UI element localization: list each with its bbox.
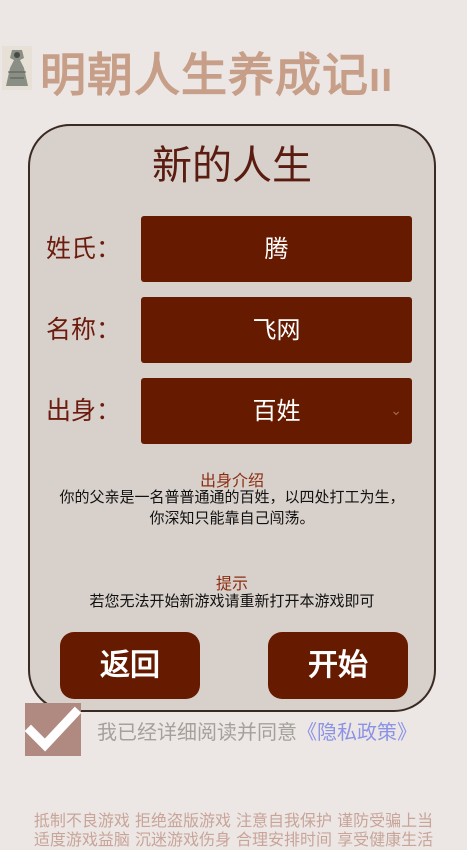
given-name-label: 名称： [46, 315, 122, 344]
start-button[interactable]: 开始 [268, 632, 408, 699]
new-life-panel: 新的人生 姓氏： 腾 名称： 飞网 出身： 百姓 ⌄ 出身介绍 你的父亲是一名普… [28, 124, 436, 712]
panel-title: 新的人生 [152, 143, 312, 189]
tip-text: 若您无法开始新游戏请重新打开本游戏即可 [89, 592, 375, 610]
footer-line-1: 抵制不良游戏 拒绝盗版游戏 注意自我保护 谨防受骗上当 [33, 811, 434, 830]
origin-label: 出身： [46, 396, 122, 425]
surname-input[interactable]: 腾 [141, 216, 412, 282]
footer-line-2: 适度游戏益脑 沉迷游戏伤身 合理安排时间 享受健康生活 [33, 830, 434, 849]
surname-label: 姓氏： [46, 234, 122, 263]
app-logo-icon [2, 46, 32, 90]
back-button[interactable]: 返回 [60, 632, 200, 699]
origin-intro-line2: 你深知只能靠自己闯荡。 [149, 509, 315, 527]
origin-intro-line1: 你的父亲是一名普普通通的百姓，以四处打工为生， [59, 488, 405, 506]
app-title-main: 明朝人生养成记 [40, 48, 369, 102]
app-title: 明朝人生养成记II [40, 52, 393, 98]
origin-select[interactable]: 百姓 ⌄ [141, 378, 412, 444]
privacy-policy-link[interactable]: 《隐私政策》 [297, 720, 417, 744]
checkmark-icon [24, 706, 82, 752]
agreement-text: 我已经详细阅读并同意《隐私政策》 [97, 716, 417, 745]
app-title-suffix: II [369, 64, 394, 99]
given-name-input[interactable]: 飞网 [141, 297, 412, 363]
origin-select-value: 百姓 [252, 397, 301, 425]
chevron-down-icon: ⌄ [390, 403, 402, 419]
agreement-label: 我已经详细阅读并同意 [97, 720, 297, 744]
agree-checkbox[interactable] [24, 703, 82, 756]
